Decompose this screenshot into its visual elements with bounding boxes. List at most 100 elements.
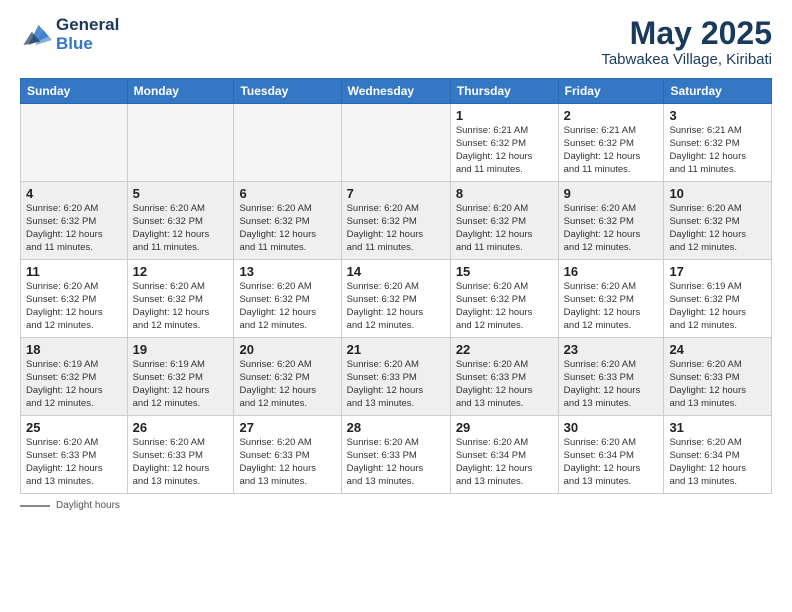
day-number: 28: [347, 420, 445, 435]
day-info: Sunrise: 6:20 AM Sunset: 6:32 PM Dayligh…: [133, 281, 229, 332]
day-info: Sunrise: 6:20 AM Sunset: 6:33 PM Dayligh…: [133, 437, 229, 488]
day-info: Sunrise: 6:20 AM Sunset: 6:32 PM Dayligh…: [133, 203, 229, 254]
table-row: 6 Sunrise: 6:20 AM Sunset: 6:32 PM Daylig…: [234, 182, 341, 260]
table-row: 30 Sunrise: 6:20 AM Sunset: 6:34 PM Dayli…: [558, 416, 664, 494]
day-info: Sunrise: 6:20 AM Sunset: 6:33 PM Dayligh…: [347, 359, 445, 410]
table-row: 23Sunrise: 6:20 AM Sunset: 6:33 PM Dayli…: [558, 338, 664, 416]
day-number: 10: [669, 186, 766, 201]
col-tuesday: Tuesday: [234, 79, 341, 104]
table-row: 27Sunrise: 6:20 AM Sunset: 6:33 PM Dayli…: [234, 416, 341, 494]
day-info: Sunrise: 6:20 AM Sunset: 6:32 PM Dayligh…: [564, 281, 659, 332]
table-row: [21, 104, 128, 182]
table-row: 9 Sunrise: 6:20 AM Sunset: 6:32 PM Daylig…: [558, 182, 664, 260]
day-info: Sunrise: 6:20 AM Sunset: 6:33 PM Dayligh…: [26, 437, 122, 488]
logo-text: General Blue: [56, 16, 119, 53]
table-row: 8 Sunrise: 6:20 AM Sunset: 6:32 PM Daylig…: [450, 182, 558, 260]
title-block: May 2025 Tabwakea Village, Kiribati: [601, 16, 772, 68]
day-info: Sunrise: 6:21 AM Sunset: 6:32 PM Dayligh…: [456, 125, 553, 176]
table-row: 20Sunrise: 6:20 AM Sunset: 6:32 PM Dayli…: [234, 338, 341, 416]
day-info: Sunrise: 6:20 AM Sunset: 6:33 PM Dayligh…: [456, 359, 553, 410]
day-info: Sunrise: 6:20 AM Sunset: 6:34 PM Dayligh…: [564, 437, 659, 488]
table-row: 14 Sunrise: 6:20 AM Sunset: 6:32 PM Dayli…: [341, 260, 450, 338]
day-number: 22: [456, 342, 553, 357]
day-info: Sunrise: 6:20 AM Sunset: 6:32 PM Dayligh…: [26, 281, 122, 332]
day-number: 3: [669, 108, 766, 123]
table-row: 28 Sunrise: 6:20 AM Sunset: 6:33 PM Dayli…: [341, 416, 450, 494]
day-number: 2: [564, 108, 659, 123]
footer-label: Daylight hours: [56, 500, 120, 511]
logo-icon: [20, 21, 52, 49]
table-row: 21 Sunrise: 6:20 AM Sunset: 6:33 PM Dayli…: [341, 338, 450, 416]
main-title: May 2025: [601, 16, 772, 51]
day-number: 12: [133, 264, 229, 279]
table-row: 3 Sunrise: 6:21 AM Sunset: 6:32 PM Daylig…: [664, 104, 772, 182]
table-row: 24 Sunrise: 6:20 AM Sunset: 6:33 PM Dayli…: [664, 338, 772, 416]
day-number: 14: [347, 264, 445, 279]
table-row: 17Sunrise: 6:19 AM Sunset: 6:32 PM Dayli…: [664, 260, 772, 338]
day-number: 24: [669, 342, 766, 357]
col-sunday: Sunday: [21, 79, 128, 104]
table-row: 7Sunrise: 6:20 AM Sunset: 6:32 PM Daylig…: [341, 182, 450, 260]
day-number: 19: [133, 342, 229, 357]
calendar-week-row: 18Sunrise: 6:19 AM Sunset: 6:32 PM Dayli…: [21, 338, 772, 416]
day-number: 26: [133, 420, 229, 435]
table-row: 18Sunrise: 6:19 AM Sunset: 6:32 PM Dayli…: [21, 338, 128, 416]
day-info: Sunrise: 6:20 AM Sunset: 6:32 PM Dayligh…: [669, 203, 766, 254]
table-row: 2 Sunrise: 6:21 AM Sunset: 6:32 PM Daylig…: [558, 104, 664, 182]
day-info: Sunrise: 6:20 AM Sunset: 6:34 PM Dayligh…: [456, 437, 553, 488]
day-number: 17: [669, 264, 766, 279]
table-row: 29 Sunrise: 6:20 AM Sunset: 6:34 PM Dayli…: [450, 416, 558, 494]
table-row: [341, 104, 450, 182]
day-info: Sunrise: 6:20 AM Sunset: 6:32 PM Dayligh…: [456, 281, 553, 332]
col-friday: Friday: [558, 79, 664, 104]
table-row: 4Sunrise: 6:20 AM Sunset: 6:32 PM Daylig…: [21, 182, 128, 260]
table-row: 22 Sunrise: 6:20 AM Sunset: 6:33 PM Dayli…: [450, 338, 558, 416]
day-info: Sunrise: 6:21 AM Sunset: 6:32 PM Dayligh…: [564, 125, 659, 176]
table-row: 11Sunrise: 6:20 AM Sunset: 6:32 PM Dayli…: [21, 260, 128, 338]
day-info: Sunrise: 6:20 AM Sunset: 6:32 PM Dayligh…: [456, 203, 553, 254]
col-wednesday: Wednesday: [341, 79, 450, 104]
col-thursday: Thursday: [450, 79, 558, 104]
day-info: Sunrise: 6:20 AM Sunset: 6:32 PM Dayligh…: [564, 203, 659, 254]
table-row: 19Sunrise: 6:19 AM Sunset: 6:32 PM Dayli…: [127, 338, 234, 416]
day-number: 1: [456, 108, 553, 123]
table-row: 13Sunrise: 6:20 AM Sunset: 6:32 PM Dayli…: [234, 260, 341, 338]
day-info: Sunrise: 6:20 AM Sunset: 6:33 PM Dayligh…: [669, 359, 766, 410]
day-info: Sunrise: 6:21 AM Sunset: 6:32 PM Dayligh…: [669, 125, 766, 176]
day-number: 20: [239, 342, 335, 357]
day-info: Sunrise: 6:20 AM Sunset: 6:32 PM Dayligh…: [347, 281, 445, 332]
day-number: 9: [564, 186, 659, 201]
day-number: 21: [347, 342, 445, 357]
day-number: 6: [239, 186, 335, 201]
day-info: Sunrise: 6:20 AM Sunset: 6:32 PM Dayligh…: [239, 203, 335, 254]
calendar-week-row: 11Sunrise: 6:20 AM Sunset: 6:32 PM Dayli…: [21, 260, 772, 338]
footer-line: [20, 505, 50, 507]
day-number: 16: [564, 264, 659, 279]
table-row: 15Sunrise: 6:20 AM Sunset: 6:32 PM Dayli…: [450, 260, 558, 338]
day-info: Sunrise: 6:20 AM Sunset: 6:33 PM Dayligh…: [564, 359, 659, 410]
table-row: 10 Sunrise: 6:20 AM Sunset: 6:32 PM Dayli…: [664, 182, 772, 260]
calendar-week-row: 1 Sunrise: 6:21 AM Sunset: 6:32 PM Daylig…: [21, 104, 772, 182]
table-row: 1 Sunrise: 6:21 AM Sunset: 6:32 PM Daylig…: [450, 104, 558, 182]
table-row: 16 Sunrise: 6:20 AM Sunset: 6:32 PM Dayli…: [558, 260, 664, 338]
day-info: Sunrise: 6:20 AM Sunset: 6:33 PM Dayligh…: [347, 437, 445, 488]
day-number: 18: [26, 342, 122, 357]
day-info: Sunrise: 6:20 AM Sunset: 6:32 PM Dayligh…: [26, 203, 122, 254]
table-row: 26 Sunrise: 6:20 AM Sunset: 6:33 PM Dayli…: [127, 416, 234, 494]
day-info: Sunrise: 6:20 AM Sunset: 6:34 PM Dayligh…: [669, 437, 766, 488]
day-number: 29: [456, 420, 553, 435]
day-number: 27: [239, 420, 335, 435]
table-row: 25 Sunrise: 6:20 AM Sunset: 6:33 PM Dayli…: [21, 416, 128, 494]
day-number: 8: [456, 186, 553, 201]
day-number: 31: [669, 420, 766, 435]
table-row: 12 Sunrise: 6:20 AM Sunset: 6:32 PM Dayli…: [127, 260, 234, 338]
table-row: [127, 104, 234, 182]
day-info: Sunrise: 6:20 AM Sunset: 6:32 PM Dayligh…: [347, 203, 445, 254]
calendar-header-row: Sunday Monday Tuesday Wednesday Thursday…: [21, 79, 772, 104]
day-number: 25: [26, 420, 122, 435]
table-row: 5 Sunrise: 6:20 AM Sunset: 6:32 PM Daylig…: [127, 182, 234, 260]
footer: Daylight hours: [20, 500, 772, 511]
day-number: 5: [133, 186, 229, 201]
page: General Blue May 2025 Tabwakea Village, …: [0, 0, 792, 612]
day-number: 30: [564, 420, 659, 435]
